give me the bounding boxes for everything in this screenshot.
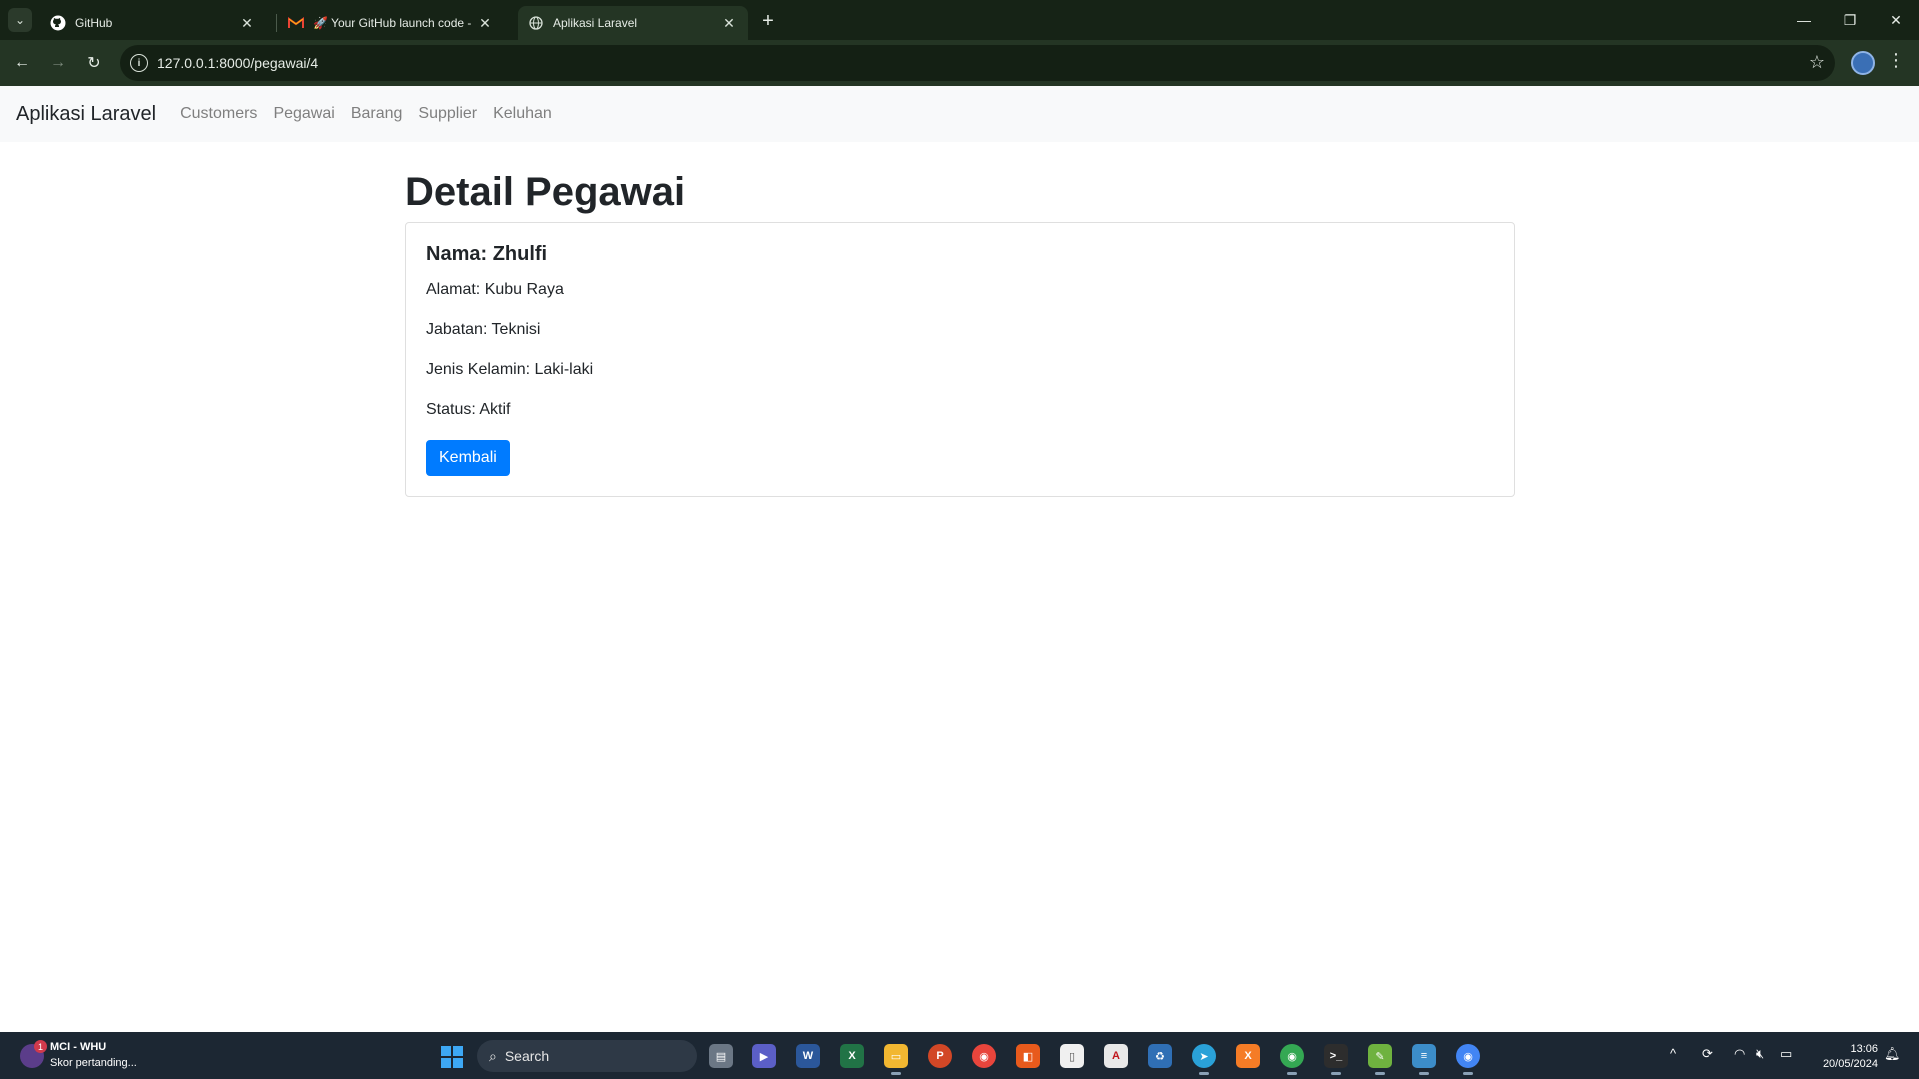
chevron-up-icon[interactable]: ^: [1670, 1046, 1676, 1061]
nav-link-customers[interactable]: Customers: [172, 105, 265, 123]
tab-title: 🚀 Your GitHub launch code -: [313, 16, 472, 30]
nav-link-pegawai[interactable]: Pegawai: [265, 105, 342, 123]
employee-jenis-kelamin: Jenis Kelamin: Laki-laki: [426, 361, 594, 378]
widget-title[interactable]: MCI - WHU: [50, 1041, 106, 1053]
github-icon: [50, 15, 66, 31]
notepad-icon[interactable]: ≡: [1412, 1044, 1436, 1075]
tab-gmail[interactable]: 🚀 Your GitHub launch code - ✕: [278, 6, 504, 40]
close-icon[interactable]: ✕: [476, 14, 494, 32]
navbar-brand[interactable]: Aplikasi Laravel: [16, 103, 156, 126]
gmail-icon: [288, 15, 304, 31]
nav-link-supplier[interactable]: Supplier: [410, 105, 485, 123]
browser-toolbar: ← → ↻ i 127.0.0.1:8000/pegawai/4 ☆ ⋮: [0, 40, 1919, 86]
battery-icon[interactable]: ▭: [1780, 1046, 1792, 1062]
windows-taskbar: 1 MCI - WHU Skor pertanding... ⌕ Search …: [0, 1032, 1919, 1079]
telegram-icon[interactable]: ➤: [1192, 1044, 1216, 1075]
sync-icon[interactable]: ⟳: [1702, 1046, 1713, 1062]
notification-badge: 1: [34, 1040, 47, 1053]
wifi-icon[interactable]: ◠: [1734, 1046, 1745, 1062]
main-container: Detail Pegawai Nama: Zhulfi Alamat: Kubu…: [405, 142, 1515, 497]
windows-start-icon[interactable]: [441, 1046, 463, 1068]
chrome-active-icon[interactable]: ◉: [1456, 1044, 1480, 1075]
acrobat-icon[interactable]: A: [1104, 1044, 1128, 1068]
chrome-icon[interactable]: ◉: [972, 1044, 996, 1068]
system-clock[interactable]: 13:06 20/05/2024: [1810, 1042, 1878, 1072]
office-icon[interactable]: ◧: [1016, 1044, 1040, 1068]
site-info-icon[interactable]: i: [130, 54, 148, 72]
globe-icon: [528, 15, 544, 31]
top-navbar: Aplikasi Laravel Customers Pegawai Baran…: [0, 86, 1919, 142]
more-menu-icon[interactable]: ⋮: [1886, 50, 1906, 71]
taskbar-search[interactable]: ⌕ Search: [477, 1040, 697, 1072]
terminal-icon[interactable]: >_: [1324, 1044, 1348, 1075]
nav-link-keluhan[interactable]: Keluhan: [485, 105, 560, 123]
notepad-plus-icon[interactable]: ✎: [1368, 1044, 1392, 1075]
close-window-icon[interactable]: ✕: [1878, 8, 1914, 32]
close-icon[interactable]: ✕: [238, 14, 256, 32]
employee-jabatan: Jabatan: Teknisi: [426, 321, 541, 338]
employee-detail-card: Nama: Zhulfi Alamat: Kubu Raya Jabatan: …: [405, 222, 1515, 497]
profile-avatar[interactable]: [1851, 51, 1875, 75]
search-icon: ⌕: [489, 1047, 497, 1064]
powerpoint-icon[interactable]: P: [928, 1044, 952, 1068]
xampp-icon[interactable]: X: [1236, 1044, 1260, 1068]
nav-link-barang[interactable]: Barang: [343, 105, 411, 123]
clock-date: 20/05/2024: [1822, 1058, 1878, 1070]
file-icon[interactable]: ▯: [1060, 1044, 1084, 1068]
restore-icon[interactable]: ❐: [1832, 8, 1868, 32]
employee-alamat: Alamat: Kubu Raya: [426, 281, 564, 298]
back-arrow-icon[interactable]: ←: [8, 49, 36, 77]
minimize-icon[interactable]: —: [1786, 8, 1822, 32]
excel-icon[interactable]: X: [840, 1044, 864, 1068]
recycle-icon[interactable]: ♻: [1148, 1044, 1172, 1068]
search-label: Search: [504, 1048, 550, 1064]
employee-status: Status: Aktif: [426, 401, 511, 418]
new-tab-button[interactable]: +: [756, 9, 780, 33]
tab-search-button[interactable]: ⌄: [8, 8, 32, 32]
employee-name: Nama: Zhulfi: [426, 243, 548, 265]
browser-tab-strip: ⌄ GitHub ✕ 🚀 Your GitHub launch code - ✕…: [0, 0, 1919, 40]
close-icon[interactable]: ✕: [720, 14, 738, 32]
page-title: Detail Pegawai: [405, 170, 686, 214]
tab-separator: [276, 14, 277, 32]
tab-title: Aplikasi Laravel: [553, 16, 638, 30]
back-button[interactable]: Kembali: [426, 440, 510, 476]
clock-time: 13:06: [1850, 1043, 1878, 1055]
reload-icon[interactable]: ↻: [80, 49, 108, 77]
word-icon[interactable]: W: [796, 1044, 820, 1068]
address-bar[interactable]: i 127.0.0.1:8000/pegawai/4 ☆: [120, 45, 1835, 81]
task-view-icon[interactable]: ▤: [709, 1044, 733, 1068]
url-text[interactable]: 127.0.0.1:8000/pegawai/4: [157, 55, 318, 71]
tab-github[interactable]: GitHub ✕: [40, 6, 266, 40]
file-explorer-icon[interactable]: ▭: [884, 1044, 908, 1075]
notification-bell-icon[interactable]: 🔔︎: [1884, 1046, 1901, 1062]
teams-icon[interactable]: ▶: [752, 1044, 776, 1068]
tab-title: GitHub: [75, 16, 113, 30]
chevron-down-icon: ⌄: [14, 13, 26, 27]
tab-aplikasi-laravel[interactable]: Aplikasi Laravel ✕: [518, 6, 748, 40]
widget-subtitle[interactable]: Skor pertanding...: [50, 1057, 137, 1069]
bookmark-star-icon[interactable]: ☆: [1809, 52, 1825, 73]
volume-muted-icon[interactable]: 🔇︎: [1756, 1046, 1764, 1062]
forward-arrow-icon[interactable]: →: [44, 49, 72, 77]
chrome-profile-icon[interactable]: ◉: [1280, 1044, 1304, 1075]
